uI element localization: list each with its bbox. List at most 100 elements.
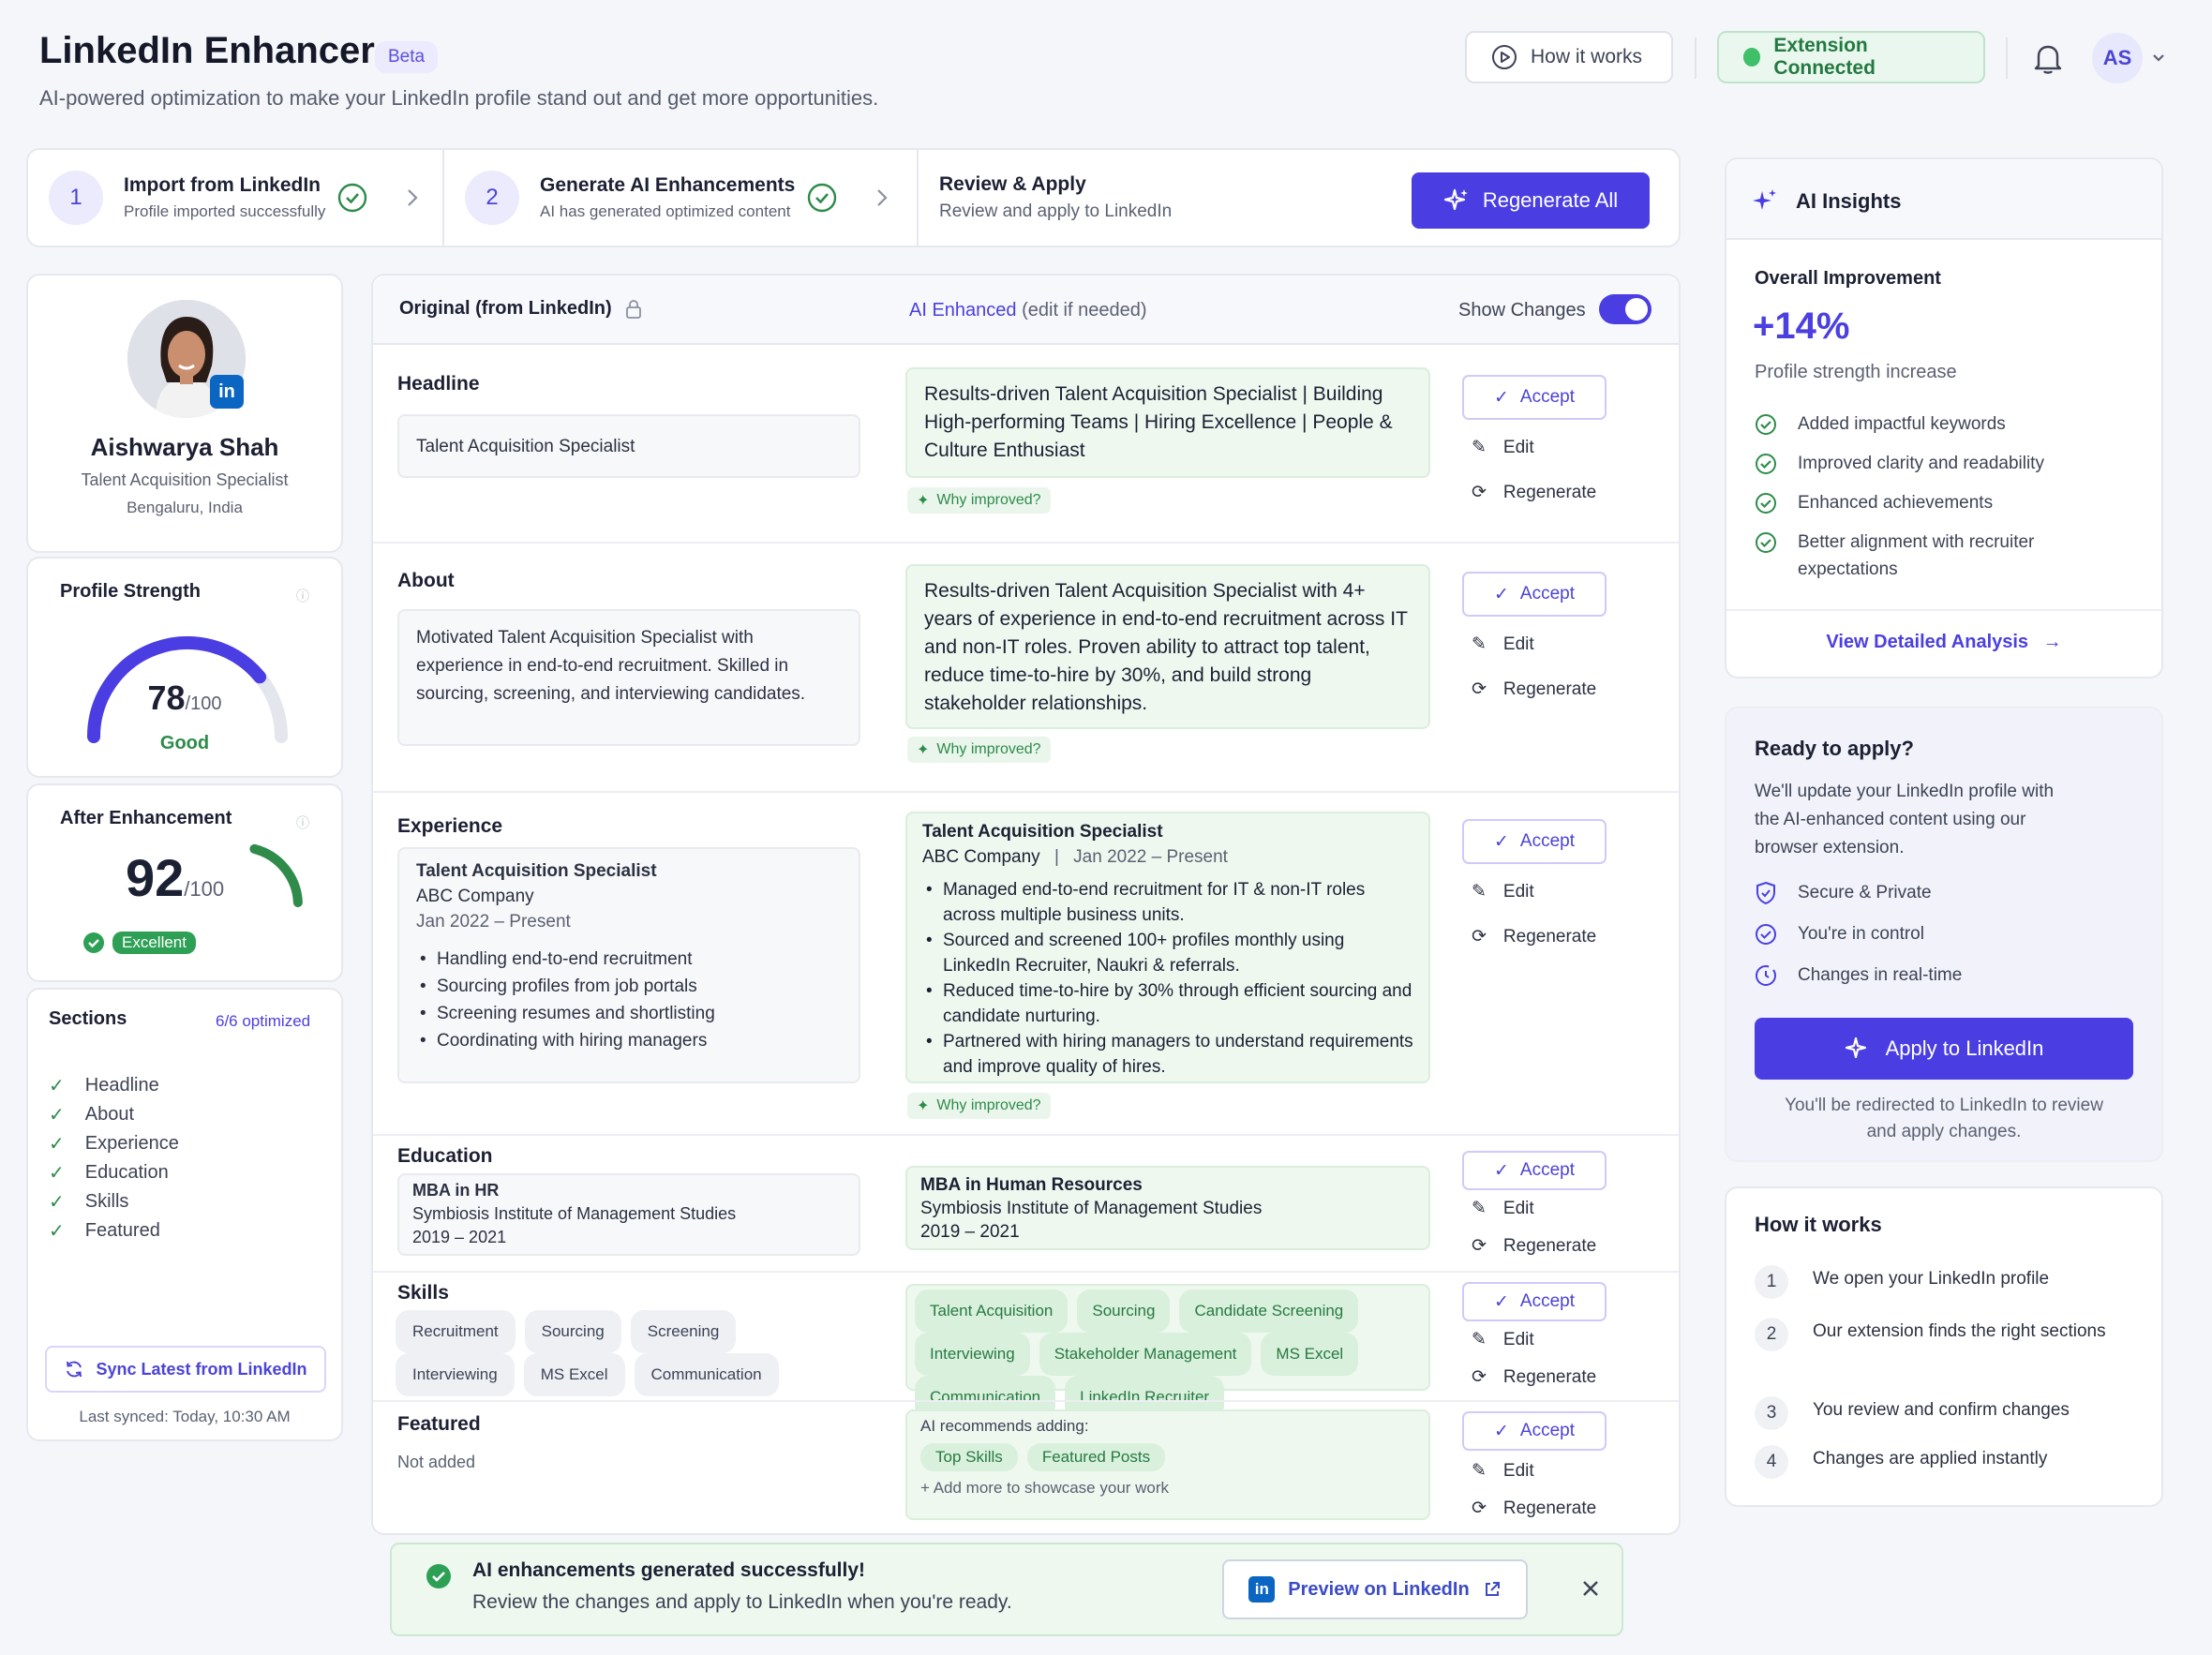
about-enhanced[interactable]: Results-driven Talent Acquisition Specia…: [905, 564, 1430, 729]
headline-enhanced[interactable]: Results-driven Talent Acquisition Specia…: [905, 367, 1430, 478]
preview-label: Preview on LinkedIn: [1288, 1578, 1470, 1600]
experience-company: ABC Company: [922, 847, 1040, 867]
last-synced-text: Last synced: Today, 10:30 AM: [79, 1408, 291, 1425]
view-analysis-link[interactable]: View Detailed Analysis →: [1726, 632, 2161, 653]
regenerate-button[interactable]: ⟳ Regenerate: [1472, 482, 1596, 503]
accept-button[interactable]: ✓ Accept: [1462, 375, 1607, 420]
check-icon: ✓: [49, 1192, 65, 1213]
preview-on-linkedin-button[interactable]: in Preview on LinkedIn: [1222, 1559, 1528, 1619]
edit-button[interactable]: ✎ Edit: [1472, 437, 1534, 458]
check-icon: ✓: [1493, 1160, 1509, 1181]
avatar[interactable]: AS: [2092, 33, 2143, 83]
chevron-down-icon[interactable]: [2150, 49, 2167, 66]
refresh-icon: ⟳: [1472, 679, 1487, 699]
skill-chip: Sourcing: [1077, 1290, 1171, 1333]
how-step: 1 We open your LinkedIn profile: [1755, 1265, 2130, 1299]
refresh-icon: ⟳: [1472, 927, 1487, 947]
why-improved-link[interactable]: ✦ Why improved?: [907, 1093, 1051, 1119]
enhanced-column-header: AI Enhanced (edit if needed): [909, 300, 1147, 321]
check-circle-icon: [1756, 493, 1776, 514]
edit-button[interactable]: ✎ Edit: [1472, 634, 1534, 655]
featured-original: Not added: [397, 1453, 476, 1471]
pencil-icon: ✎: [1472, 1461, 1487, 1481]
regenerate-all-button[interactable]: Regenerate All: [1412, 172, 1650, 229]
add-more-link[interactable]: + Add more to showcase your work: [920, 1479, 1415, 1498]
external-link-icon: [1483, 1580, 1502, 1599]
step-subtitle: Review and apply to LinkedIn: [939, 201, 1173, 221]
regenerate-label: Regenerate: [1502, 1235, 1597, 1256]
row-divider: [373, 1400, 1679, 1402]
how-it-works-label: How it works: [1531, 46, 1643, 67]
show-changes-toggle[interactable]: [1599, 294, 1652, 324]
section-item[interactable]: ✓ Headline: [49, 1074, 159, 1097]
list-item: Managed end-to-end recruitment for IT & …: [922, 877, 1413, 928]
section-item[interactable]: ✓ Skills: [49, 1190, 128, 1214]
point-label: Secure & Private: [1798, 883, 1932, 902]
bell-icon[interactable]: [2032, 41, 2064, 75]
regenerate-button[interactable]: ⟳ Regenerate: [1472, 1235, 1596, 1257]
overall-improvement-label: Overall Improvement: [1755, 268, 1941, 289]
insights-title: AI Insights: [1796, 189, 1902, 213]
apply-to-linkedin-button[interactable]: Apply to LinkedIn: [1755, 1018, 2133, 1080]
after-enhancement-title: After Enhancement: [60, 808, 232, 828]
section-item[interactable]: ✓ Education: [49, 1161, 169, 1185]
close-icon[interactable]: [1580, 1578, 1601, 1599]
regenerate-button[interactable]: ⟳ Regenerate: [1472, 1498, 1596, 1519]
edit-button[interactable]: ✎ Edit: [1472, 1329, 1534, 1350]
ready-body: We'll update your LinkedIn profile with …: [1755, 782, 2055, 857]
column-header: Original (from LinkedIn) AI Enhanced (ed…: [373, 276, 1679, 345]
page-subtitle: AI-powered optimization to make your Lin…: [39, 86, 879, 110]
check-icon: ✓: [49, 1134, 65, 1155]
regenerate-label: Regenerate: [1502, 1498, 1597, 1518]
step-generate[interactable]: 2 Generate AI Enhancements AI has genera…: [465, 150, 889, 246]
education-enhanced[interactable]: MBA in Human Resources Symbiosis Institu…: [905, 1166, 1430, 1250]
edit-button[interactable]: ✎ Edit: [1472, 881, 1534, 902]
accept-button[interactable]: ✓ Accept: [1462, 1151, 1607, 1190]
step-subtitle: AI has generated optimized content: [540, 202, 791, 220]
accept-label: Accept: [1519, 387, 1575, 407]
edit-button[interactable]: ✎ Edit: [1472, 1460, 1534, 1482]
why-improved-link[interactable]: ✦ Why improved?: [907, 487, 1051, 514]
regenerate-button[interactable]: ⟳ Regenerate: [1472, 926, 1596, 947]
step-review[interactable]: Review & Apply Review and apply to Linke…: [939, 150, 1172, 246]
section-label: Skills: [84, 1191, 129, 1212]
sparkle-icon: ✦: [917, 742, 930, 758]
list-item: Screening resumes and shortlisting: [416, 1000, 842, 1027]
extension-status-button[interactable]: Extension Connected: [1717, 31, 1985, 83]
edit-label: Edit: [1502, 1460, 1534, 1481]
point-realtime: Changes in real-time: [1755, 962, 1962, 989]
featured-enhanced[interactable]: AI recommends adding: Top Skills Featured…: [905, 1409, 1430, 1520]
step-import[interactable]: 1 Import from LinkedIn Profile imported …: [49, 150, 419, 246]
accept-label: Accept: [1519, 1291, 1575, 1311]
sync-button[interactable]: Sync Latest from LinkedIn: [45, 1346, 326, 1393]
accept-button[interactable]: ✓ Accept: [1462, 1411, 1607, 1451]
regenerate-button[interactable]: ⟳ Regenerate: [1472, 1366, 1596, 1388]
section-item[interactable]: ✓ Experience: [49, 1132, 179, 1156]
section-item[interactable]: ✓ About: [49, 1103, 134, 1126]
regenerate-button[interactable]: ⟳ Regenerate: [1472, 678, 1596, 700]
featured-chip[interactable]: Featured Posts: [1026, 1443, 1166, 1471]
how-it-works-button[interactable]: How it works: [1465, 31, 1673, 83]
skill-chip: Screening: [630, 1310, 737, 1353]
section-item[interactable]: ✓ Featured: [49, 1219, 160, 1243]
arrow-right-icon: →: [2042, 632, 2062, 652]
skills-enhanced[interactable]: Talent Acquisition Sourcing Candidate Scre…: [905, 1284, 1430, 1419]
edit-button[interactable]: ✎ Edit: [1472, 1198, 1534, 1219]
shield-icon: [1755, 881, 1777, 905]
accept-button[interactable]: ✓ Accept: [1462, 1282, 1607, 1321]
experience-role: Talent Acquisition Specialist: [416, 861, 657, 881]
edit-label: Edit: [1502, 437, 1534, 457]
after-gauge: [249, 843, 303, 907]
accept-button[interactable]: ✓ Accept: [1462, 819, 1607, 864]
divider: [1695, 37, 1696, 79]
why-improved-link[interactable]: ✦ Why improved?: [907, 737, 1051, 763]
strength-score-max: /100: [185, 693, 222, 714]
why-improved-label: Why improved?: [936, 492, 1041, 508]
featured-chip[interactable]: Top Skills: [920, 1443, 1018, 1471]
play-icon: [1491, 44, 1517, 70]
show-changes-label: Show Changes: [1458, 300, 1586, 321]
step-title: Generate AI Enhancements: [540, 174, 796, 196]
accept-button[interactable]: ✓ Accept: [1462, 572, 1607, 617]
comparison-panel: Original (from LinkedIn) AI Enhanced (ed…: [371, 274, 1681, 1535]
experience-enhanced[interactable]: Talent Acquisition Specialist ABC Compan…: [905, 812, 1430, 1083]
